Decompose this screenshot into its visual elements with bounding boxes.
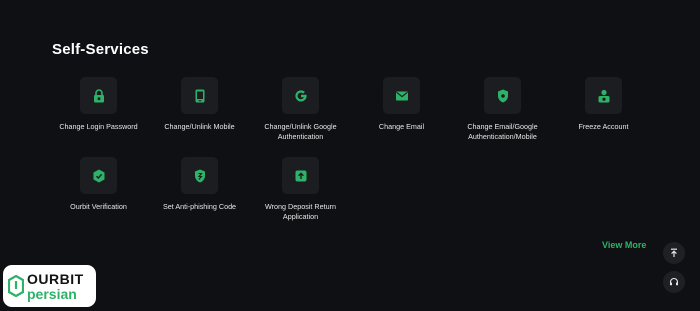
page-title: Self-Services xyxy=(52,41,149,58)
mobile-icon xyxy=(181,77,218,114)
view-more-link[interactable]: View More xyxy=(602,240,646,250)
ourbit-persian-logo: OURBIT persian xyxy=(3,265,96,307)
self-services-grid: Change Login Password Change/Unlink Mobi… xyxy=(48,77,668,221)
service-label: Change/Unlink Google Authentication xyxy=(264,122,337,141)
deposit-return-icon xyxy=(282,157,319,194)
service-set-anti-phishing-code[interactable]: Set Anti-phishing Code xyxy=(149,157,250,221)
service-label: Wrong Deposit Return Application xyxy=(265,202,336,221)
scroll-to-top-button[interactable] xyxy=(663,242,685,264)
service-change-email[interactable]: Change Email xyxy=(351,77,452,141)
user-lock-icon xyxy=(585,77,622,114)
logo-mark-icon xyxy=(8,275,24,297)
lock-icon xyxy=(80,77,117,114)
service-change-login-password[interactable]: Change Login Password xyxy=(48,77,149,141)
shield-check-icon xyxy=(181,157,218,194)
service-label: Change Login Password xyxy=(59,122,138,131)
service-change-email-google-mobile[interactable]: Change Email/Google Authentication/Mobil… xyxy=(452,77,553,141)
service-label: Freeze Account xyxy=(578,122,629,131)
service-label: Change Email/Google Authentication/Mobil… xyxy=(467,122,538,141)
logo-word-ourbit: OURBIT xyxy=(27,270,84,287)
service-change-unlink-google-authentication[interactable]: Change/Unlink Google Authentication xyxy=(250,77,351,141)
service-label: Set Anti-phishing Code xyxy=(162,202,237,211)
logo-word-persian: persian xyxy=(27,285,77,302)
shield-icon xyxy=(484,77,521,114)
service-change-unlink-mobile[interactable]: Change/Unlink Mobile xyxy=(149,77,250,141)
envelope-icon xyxy=(383,77,420,114)
scroll-to-top-icon xyxy=(671,248,677,257)
support-button[interactable] xyxy=(663,271,685,293)
service-label: Change Email xyxy=(378,122,425,131)
headset-icon xyxy=(669,277,679,286)
service-ourbit-verification[interactable]: Ourbit Verification xyxy=(48,157,149,221)
google-icon xyxy=(282,77,319,114)
service-freeze-account[interactable]: Freeze Account xyxy=(553,77,654,141)
service-label: Change/Unlink Mobile xyxy=(164,122,235,131)
service-label: Ourbit Verification xyxy=(70,202,127,211)
service-wrong-deposit-return[interactable]: Wrong Deposit Return Application xyxy=(250,157,351,221)
verified-badge-icon xyxy=(80,157,117,194)
